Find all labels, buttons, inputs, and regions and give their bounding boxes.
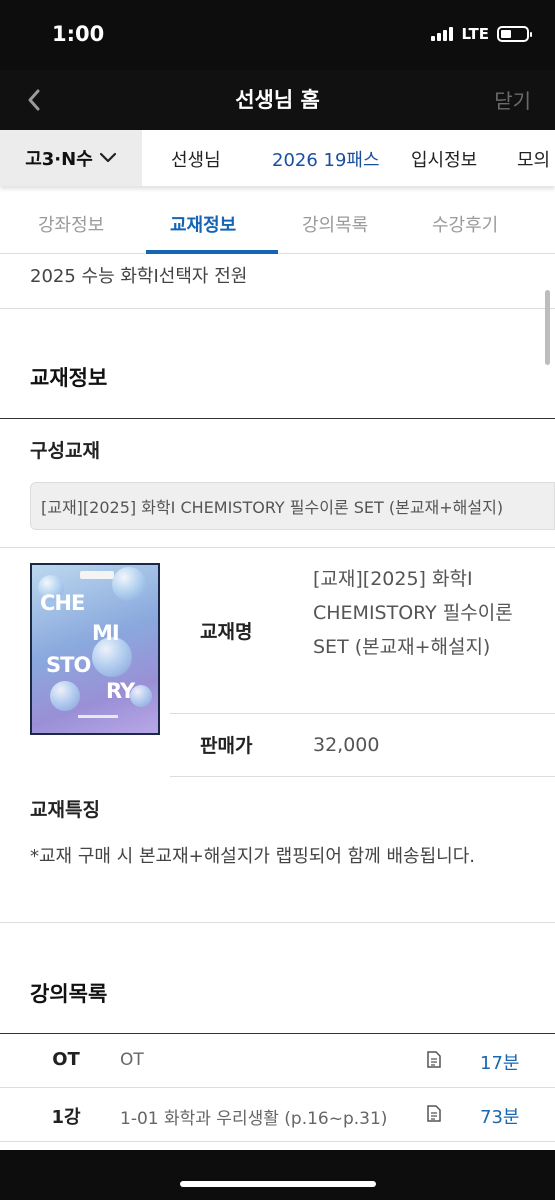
category-item-mock[interactable]: 모의 xyxy=(517,146,550,172)
document-icon[interactable] xyxy=(427,1105,441,1126)
cover-text: MI xyxy=(92,621,120,645)
lecture-number: 1강 xyxy=(51,1107,81,1128)
category-item-19pass[interactable]: 2026 19패스 xyxy=(272,146,380,172)
target-students-text: 2025 수능 화학Ⅰ선택자 전원 xyxy=(30,266,248,287)
cover-text: RY xyxy=(106,679,135,703)
bottom-bar xyxy=(0,1150,555,1200)
active-tab-indicator xyxy=(146,250,278,254)
grade-select-button[interactable]: 고3·N수 xyxy=(0,130,142,186)
lecture-duration[interactable]: 73분 xyxy=(480,1103,519,1129)
grade-label: 고3·N수 xyxy=(25,149,93,170)
category-bar: 고3·N수 선생님 2026 19패스 입시정보 모의 xyxy=(0,130,555,186)
book-cover-image: CHE MI STO RY xyxy=(30,563,160,735)
divider xyxy=(0,418,555,419)
cover-author xyxy=(78,715,118,718)
tab-textbook-info[interactable]: 교재정보 xyxy=(170,211,236,237)
cover-text: STO xyxy=(46,653,91,677)
category-item-admission[interactable]: 입시정보 xyxy=(411,146,477,172)
lecture-number: OT xyxy=(52,1049,80,1070)
lecture-section-title: 강의목록 xyxy=(30,982,108,1006)
price-value: 32,000 xyxy=(313,734,380,756)
tab-reviews[interactable]: 수강후기 xyxy=(432,211,498,237)
price-label: 판매가 xyxy=(200,735,253,757)
home-indicator[interactable] xyxy=(180,1181,376,1187)
tab-lecture-list[interactable]: 강의목록 xyxy=(302,211,368,237)
textbook-section-title: 교재정보 xyxy=(30,366,108,390)
lecture-row[interactable]: OT OT 17분 xyxy=(0,1034,555,1088)
app-header: 선생님 홈 닫기 xyxy=(0,70,555,130)
close-button[interactable]: 닫기 xyxy=(494,85,531,114)
textbook-name-label: 교재명 xyxy=(200,621,253,643)
feature-text: *교재 구매 시 본교재+해설지가 랩핑되어 함께 배송됩니다. xyxy=(30,846,476,867)
textbook-name-value: [교재][2025] 화학Ⅰ CHEMISTORY 필수이론 SET (본교재+… xyxy=(313,568,513,658)
lecture-duration[interactable]: 17분 xyxy=(480,1049,519,1075)
category-item-teacher[interactable]: 선생님 xyxy=(171,146,221,172)
battery-icon xyxy=(497,26,532,42)
sub-tabs: 강좌정보 교재정보 강의목록 수강후기 xyxy=(0,192,555,254)
status-indicators: LTE xyxy=(431,25,532,43)
divider xyxy=(0,308,555,309)
document-icon[interactable] xyxy=(427,1051,441,1072)
cover-badge xyxy=(80,571,114,579)
chevron-down-icon xyxy=(99,152,116,163)
status-bar: 1:00 LTE xyxy=(0,0,555,70)
feature-title: 교재특징 xyxy=(30,799,100,821)
lecture-title: 1-01 화학과 우리생활 (p.16~p.31) xyxy=(120,1109,388,1129)
network-label: LTE xyxy=(461,25,489,43)
cover-text: CHE xyxy=(40,591,85,615)
signal-icon xyxy=(431,27,454,41)
divider xyxy=(170,776,555,777)
textbook-set-name: [교재][2025] 화학Ⅰ CHEMISTORY 필수이론 SET (본교재+… xyxy=(30,482,555,530)
scrollbar[interactable] xyxy=(545,290,550,365)
status-time: 1:00 xyxy=(52,22,105,46)
divider xyxy=(0,922,555,923)
composition-title: 구성교재 xyxy=(30,440,100,462)
divider xyxy=(170,713,555,714)
divider xyxy=(0,547,555,548)
lecture-row[interactable]: 1강 1-01 화학과 우리생활 (p.16~p.31) 73분 xyxy=(0,1088,555,1142)
page-title: 선생님 홈 xyxy=(235,88,320,112)
tab-course-info[interactable]: 강좌정보 xyxy=(38,211,104,237)
lecture-title: OT xyxy=(120,1050,144,1070)
